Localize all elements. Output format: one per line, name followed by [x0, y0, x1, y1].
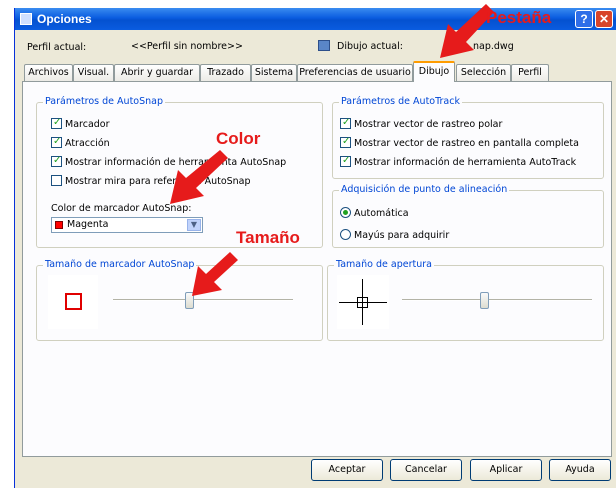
annotation-size: Tamaño [236, 228, 300, 247]
arrow-color-icon [170, 150, 228, 204]
annotation-arrows [170, 4, 494, 296]
annotation-tab: Pestaña [486, 8, 552, 27]
annotation-color: Color [216, 129, 261, 148]
arrow-size-icon [192, 252, 238, 296]
